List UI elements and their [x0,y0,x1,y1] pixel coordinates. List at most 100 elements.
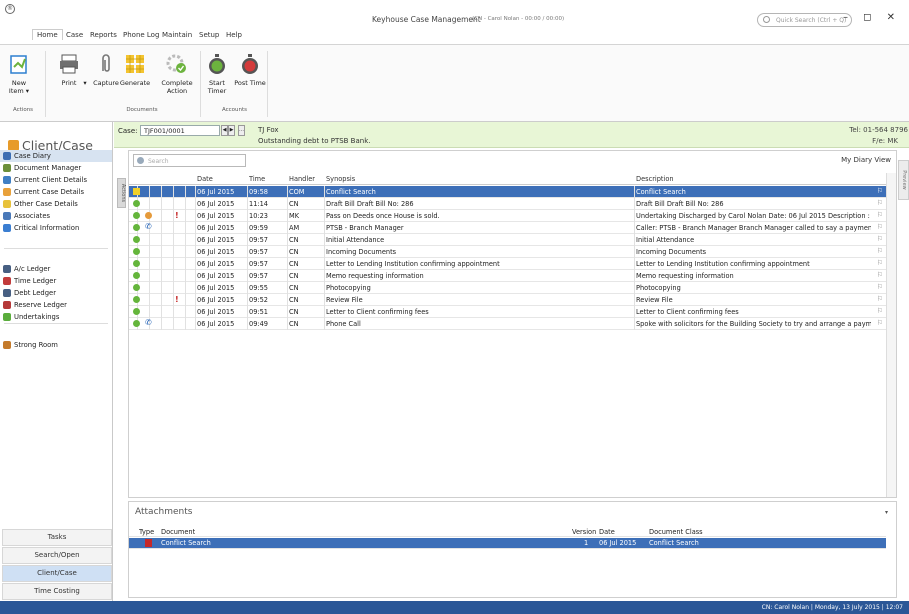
cell-description: Draft Bill Draft Bill No: 286 [636,200,724,208]
sidebar-item-reserve-ledger[interactable]: Reserve Ledger [0,299,112,311]
sidebar-item-associates[interactable]: Associates [0,210,112,222]
tab-phone-log[interactable]: Phone Log [123,31,159,39]
case-next-button[interactable]: ▶ [228,125,235,136]
attachments-pin-button[interactable]: ▾ [885,509,888,516]
cell-synopsis: Draft Bill Draft Bill No: 286 [326,200,414,208]
column-document-class[interactable]: Document Class [649,528,703,536]
flag-icon[interactable]: ⚐ [877,283,883,291]
column-time[interactable]: Time [249,175,265,183]
diary-search-input[interactable]: Search [133,154,246,167]
window-subtitle: (CN - Carol Nolan - 00:00 / 00:00) [472,16,565,22]
cell-time: 09:58 [249,188,269,196]
cell-date: 06 Jul 2015 [197,320,235,328]
case-number-input[interactable]: TJF001/0001 [140,125,220,136]
table-row[interactable]: 06 Jul 2015 09:57 CN Memo requesting inform… [129,270,886,282]
tab-case[interactable]: Case [66,31,83,39]
sidebar-item-critical-information[interactable]: Critical Information [0,222,112,234]
print-button[interactable]: Print [58,53,80,87]
capture-button[interactable]: Capture [91,53,121,87]
window-controls[interactable]: – ◻ ✕ [843,12,901,23]
flag-icon[interactable]: ⚐ [877,235,883,243]
flag-icon[interactable]: ⚐ [877,295,883,303]
flag-icon[interactable]: ⚐ [877,319,883,327]
case-lookup-button[interactable]: … [238,125,245,136]
table-row[interactable]: 06 Jul 2015 09:58 COM Conflict Search Confli… [129,186,886,198]
table-row[interactable]: ✆ 06 Jul 2015 09:49 CN Phone Call Spoke with … [129,318,886,330]
tab-setup[interactable]: Setup [199,31,219,39]
search-icon [763,16,770,23]
sidebar-item-document-manager[interactable]: Document Manager [0,162,112,174]
sidebar-item-debt-ledger[interactable]: Debt Ledger [0,287,112,299]
cell-date: 06 Jul 2015 [197,236,235,244]
flag-icon[interactable]: ⚐ [877,247,883,255]
table-row[interactable]: ! 06 Jul 2015 09:52 CN Review File Review Fil… [129,294,886,306]
complete-action-button[interactable]: Complete Action [152,53,202,95]
attachment-row[interactable]: Conflict Search 1 06 Jul 2015 Conflict S… [129,538,886,549]
column-divider [173,234,174,246]
sidebar-item-other-case-details[interactable]: Other Case Details [0,198,112,210]
sidebar-item-current-client-details[interactable]: Current Client Details [0,174,112,186]
generate-button[interactable]: Generate [118,53,152,87]
column-divider [149,186,150,198]
completed-icon [133,296,140,303]
column-divider [195,258,196,270]
print-dropdown[interactable]: ▾ [81,79,89,87]
column-divider [324,234,325,246]
quick-search-input[interactable]: Quick Search (Ctrl + Q) [757,13,852,27]
actions-side-tab[interactable]: Actions [117,178,126,208]
column-type[interactable]: Type [139,528,154,536]
app-logo-icon[interactable]: ® [5,4,15,14]
tab-maintain[interactable]: Maintain [162,31,192,39]
column-version[interactable]: Version [572,528,596,536]
new-item-button[interactable]: New Item ▾ [4,53,34,95]
flag-icon[interactable]: ⚐ [877,211,883,219]
column-date[interactable]: Date [197,175,213,183]
sidebar-item-current-case-details[interactable]: Current Case Details [0,186,112,198]
table-row[interactable]: 06 Jul 2015 09:51 CN Letter to Client confi… [129,306,886,318]
sidebar-item-case-diary[interactable]: Case Diary [0,150,112,162]
cell-synopsis: Conflict Search [326,188,376,196]
column-attach-date[interactable]: Date [599,528,615,536]
tab-reports[interactable]: Reports [90,31,117,39]
table-row[interactable]: 06 Jul 2015 09:57 CN Incoming Documents Inco… [129,246,886,258]
column-divider [634,234,635,246]
my-diary-view-button[interactable]: My Diary View [841,156,891,164]
column-synopsis[interactable]: Synopsis [326,175,355,183]
sidebar-item-a-c-ledger[interactable]: A/c Ledger [0,263,112,275]
table-row[interactable]: 06 Jul 2015 09:55 CN Photocopying Photocopyi… [129,282,886,294]
flag-icon[interactable]: ⚐ [877,259,883,267]
flag-icon[interactable]: ⚐ [877,307,883,315]
ribbon-separator [45,51,46,117]
nav-client-case[interactable]: Client/Case [2,565,112,582]
nav-time-costing[interactable]: Time Costing [2,583,112,600]
column-description[interactable]: Description [636,175,674,183]
column-divider [247,306,248,318]
sidebar-item-label: Current Client Details [14,176,88,184]
sidebar-item-strong-room[interactable]: Strong Room [0,339,112,351]
table-row[interactable]: 06 Jul 2015 09:57 CN Letter to Lending Inst… [129,258,886,270]
table-row[interactable]: 06 Jul 2015 09:57 CN Initial Attendance Init… [129,234,886,246]
sidebar-item-time-ledger[interactable]: Time Ledger [0,275,112,287]
table-row[interactable]: ✆ 06 Jul 2015 09:59 AM PTSB - Branch Manager… [129,222,886,234]
cell-date: 06 Jul 2015 [197,212,235,220]
preview-side-tab[interactable]: Preview [898,160,909,200]
case-prev-button[interactable]: ◀ [221,125,228,136]
table-row[interactable]: 06 Jul 2015 11:14 CN Draft Bill Draft Bill … [129,198,886,210]
flag-icon[interactable]: ⚐ [877,199,883,207]
sidebar-item-undertakings[interactable]: Undertakings [0,311,112,323]
tab-help[interactable]: Help [226,31,242,39]
other-details-icon [3,200,11,208]
diary-scrollbar[interactable] [886,173,896,497]
tab-home[interactable]: Home [32,29,63,40]
post-time-button[interactable]: Post Time [233,53,267,87]
column-document[interactable]: Document [161,528,195,536]
column-handler[interactable]: Handler [289,175,315,183]
flag-icon[interactable]: ⚐ [877,223,883,231]
cell-time: 09:51 [249,308,269,316]
start-timer-button[interactable]: Start Timer [201,53,233,95]
table-row[interactable]: ! 06 Jul 2015 10:23 MK Pass on Deeds once Ho… [129,210,886,222]
flag-icon[interactable]: ⚐ [877,271,883,279]
nav-tasks[interactable]: Tasks [2,529,112,546]
nav-search-open[interactable]: Search/Open [2,547,112,564]
flag-icon[interactable]: ⚐ [877,187,883,195]
